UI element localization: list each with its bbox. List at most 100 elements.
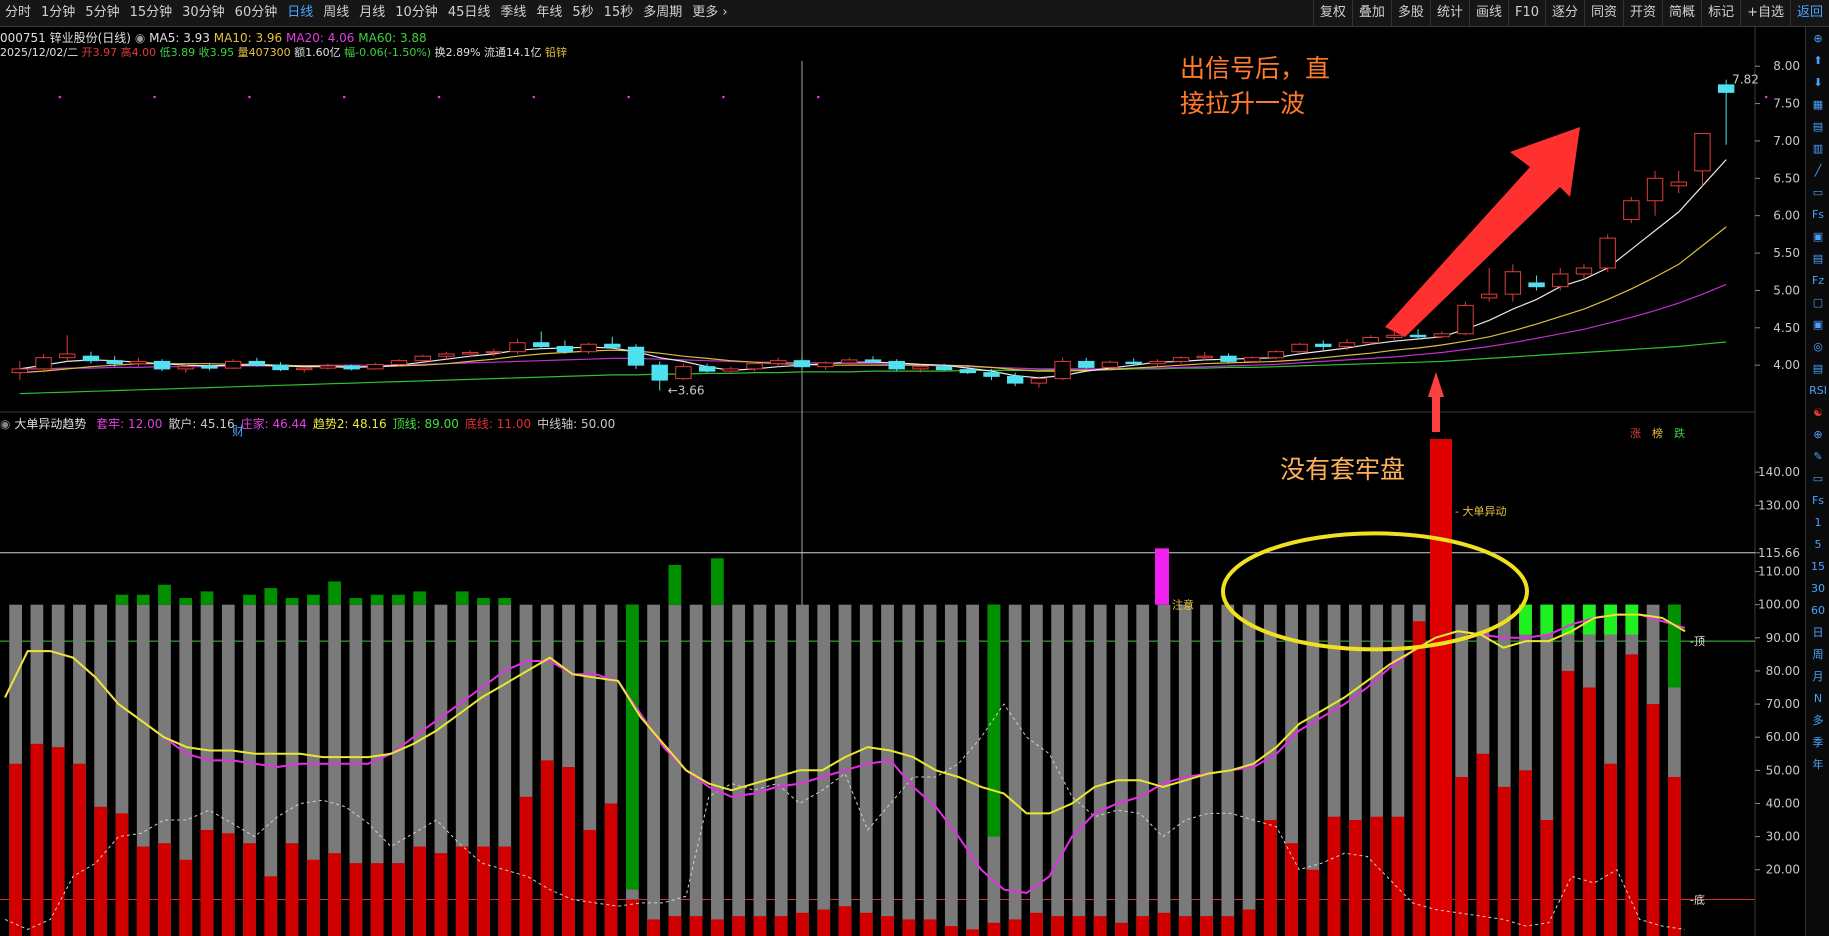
sidebar-tool-10[interactable]: ▤ — [1806, 247, 1829, 269]
sidebar-tool-7[interactable]: ▭ — [1806, 181, 1829, 203]
sidebar-tool-19[interactable]: ✎ — [1806, 445, 1829, 467]
candle-body[interactable] — [935, 366, 953, 371]
candle-body[interactable] — [1670, 181, 1687, 187]
sidebar-tool-13[interactable]: ▣ — [1806, 313, 1829, 335]
sidebar-tool-6[interactable]: ╱ — [1806, 159, 1829, 181]
period-tab-6[interactable]: 日线 — [282, 0, 318, 26]
sidebar-tool-8[interactable]: Fs — [1806, 203, 1829, 225]
candle-body[interactable] — [983, 372, 1000, 377]
candle-body[interactable] — [604, 343, 621, 348]
toolbar-button-7[interactable]: 同资 — [1584, 0, 1623, 26]
candle-body[interactable] — [1480, 293, 1498, 299]
candle-body[interactable] — [1078, 360, 1095, 368]
candle-body[interactable] — [1623, 200, 1640, 220]
period-tab-14[interactable]: 15秒 — [599, 0, 639, 26]
candle-body[interactable] — [556, 345, 574, 353]
candle-body[interactable] — [817, 362, 834, 368]
sidebar-tool-30[interactable]: N — [1806, 687, 1829, 709]
sidebar-tool-26[interactable]: 60 — [1806, 599, 1829, 621]
period-tab-13[interactable]: 5秒 — [567, 0, 598, 26]
period-tab-0[interactable]: 分时 — [0, 0, 36, 26]
sidebar-tool-1[interactable]: ⬆ — [1806, 49, 1829, 71]
candle-body[interactable] — [627, 346, 645, 366]
sidebar-tool-28[interactable]: 周 — [1806, 643, 1829, 665]
toolbar-button-6[interactable]: 逐分 — [1545, 0, 1584, 26]
period-tab-11[interactable]: 季线 — [495, 0, 531, 26]
candle-body[interactable] — [651, 364, 668, 381]
toolbar-button-8[interactable]: 开资 — [1623, 0, 1662, 26]
toolbar-button-5[interactable]: F10 — [1507, 0, 1545, 26]
candle-body[interactable] — [153, 360, 171, 370]
candle-body[interactable] — [1504, 271, 1522, 295]
candle-body[interactable] — [201, 366, 218, 369]
sidebar-tool-27[interactable]: 日 — [1806, 621, 1829, 643]
sidebar-tool-3[interactable]: ▦ — [1806, 93, 1829, 115]
sidebar-tool-33[interactable]: 年 — [1806, 753, 1829, 775]
sidebar-tool-14[interactable]: ◎ — [1806, 335, 1829, 357]
toolbar-button-10[interactable]: 标记 — [1701, 0, 1740, 26]
candle-body[interactable] — [533, 342, 550, 347]
candle-body[interactable] — [1054, 360, 1071, 380]
candle-body[interactable] — [130, 360, 147, 365]
candle-body[interactable] — [1220, 355, 1237, 362]
toolbar-button-1[interactable]: 叠加 — [1351, 0, 1391, 26]
toolbar-button-4[interactable]: 画线 — [1468, 0, 1508, 26]
sidebar-tool-24[interactable]: 15 — [1806, 555, 1829, 577]
sidebar-tool-17[interactable]: ☯ — [1806, 401, 1829, 423]
candle-body[interactable] — [793, 360, 811, 368]
sidebar-tool-18[interactable]: ⊕ — [1806, 423, 1829, 445]
chart-canvas[interactable]: 8.00 7.50 7.00 6.50 6.00 5.50 5.00 4.50 4.00 ←3.6… — [0, 27, 1805, 936]
sidebar-tool-11[interactable]: Fz — [1806, 269, 1829, 291]
candle-body[interactable] — [82, 355, 100, 362]
sidebar-tool-12[interactable]: ▢ — [1806, 291, 1829, 313]
candle-body[interactable] — [1457, 304, 1474, 335]
period-tab-9[interactable]: 10分钟 — [390, 0, 443, 26]
candle-body[interactable] — [1409, 334, 1427, 338]
sidebar-tool-0[interactable]: ⊕ — [1806, 27, 1829, 49]
candle-body[interactable] — [1125, 361, 1142, 365]
toolbar-button-12[interactable]: 返回 — [1789, 0, 1829, 26]
candle-body[interactable] — [698, 366, 716, 372]
candle-body[interactable] — [390, 360, 408, 365]
candle-body[interactable] — [1433, 333, 1450, 338]
period-tab-16[interactable]: 更多 › — [687, 0, 732, 26]
chart-area[interactable]: 000751 锌业股份(日线) ◉ MA5: 3.93 MA10: 3.96 M… — [0, 27, 1805, 936]
candle-body[interactable] — [959, 369, 976, 374]
candle-body[interactable] — [106, 360, 123, 365]
candle-body[interactable] — [722, 368, 740, 372]
period-tab-5[interactable]: 60分钟 — [230, 0, 283, 26]
candle-body[interactable] — [580, 343, 597, 353]
candle-body[interactable] — [1694, 132, 1711, 172]
period-tab-10[interactable]: 45日线 — [443, 0, 496, 26]
candle-body[interactable] — [864, 359, 882, 362]
period-tab-12[interactable]: 年线 — [531, 0, 567, 26]
candle-body[interactable] — [485, 351, 503, 354]
candle-body[interactable] — [272, 364, 289, 371]
period-tab-3[interactable]: 15分钟 — [125, 0, 178, 26]
candle-body[interactable] — [414, 355, 431, 362]
period-tab-7[interactable]: 周线 — [318, 0, 354, 26]
candle-body[interactable] — [770, 360, 787, 365]
candle-body[interactable] — [248, 360, 266, 366]
candle-body[interactable] — [1362, 337, 1379, 344]
toolbar-button-9[interactable]: 简概 — [1662, 0, 1701, 26]
period-tab-8[interactable]: 月线 — [354, 0, 390, 26]
candle-body[interactable] — [296, 367, 313, 371]
candle-body[interactable] — [461, 351, 479, 355]
candle-body[interactable] — [1552, 273, 1569, 288]
candle-body[interactable] — [1338, 342, 1356, 347]
period-tab-4[interactable]: 30分钟 — [177, 0, 230, 26]
sidebar-tool-15[interactable]: ▤ — [1806, 357, 1829, 379]
period-tab-1[interactable]: 1分钟 — [36, 0, 80, 26]
sidebar-tool-9[interactable]: ▣ — [1806, 225, 1829, 247]
sidebar-tool-16[interactable]: RSI — [1806, 379, 1829, 401]
sidebar-tool-23[interactable]: 5 — [1806, 533, 1829, 555]
candle-body[interactable] — [675, 366, 692, 380]
candle-body[interactable] — [1149, 360, 1166, 365]
sidebar-tool-22[interactable]: 1 — [1806, 511, 1829, 533]
candle-body[interactable] — [224, 360, 242, 369]
candle-body[interactable] — [438, 353, 455, 357]
candle-body[interactable] — [319, 365, 337, 369]
sidebar-tool-32[interactable]: 季 — [1806, 731, 1829, 753]
candle-body[interactable] — [746, 363, 763, 370]
